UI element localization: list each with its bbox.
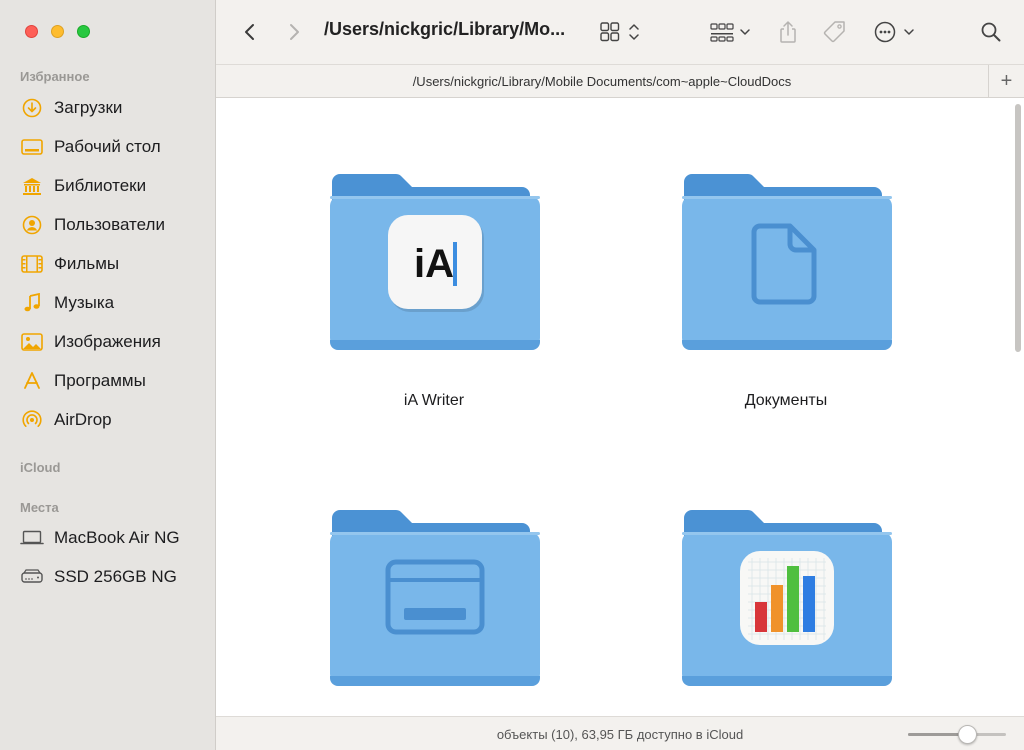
window-title: /Users/nickgric/Library/Mo...	[324, 19, 566, 39]
sidebar-item-applications[interactable]: Программы	[20, 366, 210, 396]
airdrop-icon	[20, 408, 44, 432]
minimize-button[interactable]	[51, 25, 64, 38]
disk-icon	[20, 565, 44, 589]
view-mode-button[interactable]	[598, 16, 644, 48]
user-icon	[20, 213, 44, 237]
slider-knob[interactable]	[958, 725, 977, 744]
sidebar-item-label: Программы	[54, 371, 146, 390]
sidebar-item-label: Музыка	[54, 293, 115, 312]
grid-item-folder-4[interactable]	[671, 500, 901, 716]
search-button[interactable]	[978, 16, 1004, 48]
window-folder-icon	[330, 510, 540, 686]
item-label: Документы	[744, 392, 828, 409]
ellipsis-circle-icon	[874, 21, 914, 43]
toolbar: /Users/nickgric/Library/Mo...	[216, 0, 1024, 64]
tag-icon	[823, 21, 845, 43]
sidebar-item-movies[interactable]: Фильмы	[20, 249, 210, 279]
desktop-icon	[20, 135, 44, 159]
sidebar-item-label: Библиотеки	[54, 176, 147, 195]
sidebar: Избранное Загрузки Рабочий стол Библиоте…	[0, 0, 216, 750]
sidebar-item-label: Фильмы	[54, 254, 120, 273]
close-button[interactable]	[25, 25, 38, 38]
path-tab[interactable]: /Users/nickgric/Library/Mobile Documents…	[216, 74, 988, 89]
sidebar-item-music[interactable]: Музыка	[20, 288, 210, 318]
status-text: объекты (10), 63,95 ГБ доступно в iCloud	[496, 727, 744, 742]
grid-item-ia-writer[interactable]: iA iA Writer	[319, 164, 549, 410]
photo-icon	[20, 330, 44, 354]
download-icon	[20, 96, 44, 120]
sidebar-item-label: SSD 256GB NG	[54, 567, 177, 586]
more-actions-button[interactable]	[872, 16, 918, 48]
sidebar-item-airdrop[interactable]: AirDrop	[20, 405, 210, 435]
sidebar-item-desktop[interactable]: Рабочий стол	[20, 132, 210, 162]
grid-item-folder-3[interactable]	[319, 500, 549, 716]
sidebar-item-downloads[interactable]: Загрузки	[20, 93, 210, 123]
share-icon	[780, 21, 796, 43]
sidebar-section-places: Места	[20, 500, 59, 515]
sidebar-item-label: Изображения	[54, 332, 161, 351]
sidebar-item-ssd[interactable]: SSD 256GB NG	[20, 562, 210, 592]
apps-icon	[20, 369, 44, 393]
sidebar-item-label: MacBook Air NG	[54, 528, 180, 547]
item-label: iA Writer	[403, 392, 465, 409]
documents-folder-icon	[682, 174, 892, 350]
sidebar-section-favorites: Избранное	[20, 69, 90, 84]
chevron-right-icon	[290, 24, 299, 40]
sidebar-item-macbook[interactable]: MacBook Air NG	[20, 523, 210, 553]
group-button[interactable]	[708, 16, 756, 48]
sidebar-section-icloud[interactable]: iCloud	[20, 460, 60, 475]
sidebar-item-label: Рабочий стол	[54, 137, 161, 156]
search-icon	[981, 22, 1001, 42]
share-button[interactable]	[774, 16, 802, 48]
numbers-folder-icon	[682, 510, 892, 686]
laptop-icon	[20, 526, 44, 550]
back-button[interactable]	[238, 16, 262, 48]
group-icon	[710, 23, 750, 42]
file-grid: iA iA Writer Документы	[216, 98, 1024, 716]
sidebar-item-label: Загрузки	[54, 98, 123, 117]
svg-text:iA: iA	[414, 242, 454, 286]
zoom-button[interactable]	[77, 25, 90, 38]
status-bar: объекты (10), 63,95 ГБ доступно в iCloud	[216, 716, 1024, 750]
traffic-lights	[25, 25, 90, 38]
sidebar-item-libraries[interactable]: Библиотеки	[20, 171, 210, 201]
forward-button[interactable]	[282, 16, 306, 48]
sidebar-item-label: Пользователи	[54, 215, 165, 234]
finder-window: Избранное Загрузки Рабочий стол Библиоте…	[0, 0, 1024, 750]
icon-size-slider[interactable]	[908, 725, 1006, 744]
film-icon	[20, 252, 44, 276]
tag-button[interactable]	[820, 16, 850, 48]
music-icon	[20, 291, 44, 315]
sidebar-item-label: AirDrop	[54, 410, 112, 429]
sidebar-item-pictures[interactable]: Изображения	[20, 327, 210, 357]
new-tab-button[interactable]: +	[988, 65, 1024, 98]
chevron-left-icon	[245, 24, 254, 40]
plus-icon: +	[1000, 70, 1013, 92]
library-icon	[20, 174, 44, 198]
icon-grid-icon	[600, 22, 639, 42]
sidebar-item-users[interactable]: Пользователи	[20, 210, 210, 240]
path-tab-bar: /Users/nickgric/Library/Mobile Documents…	[216, 64, 1024, 98]
ia-writer-folder-icon: iA	[330, 174, 540, 350]
grid-item-documents[interactable]: Документы	[671, 164, 901, 410]
vertical-scrollbar[interactable]	[1015, 104, 1021, 352]
